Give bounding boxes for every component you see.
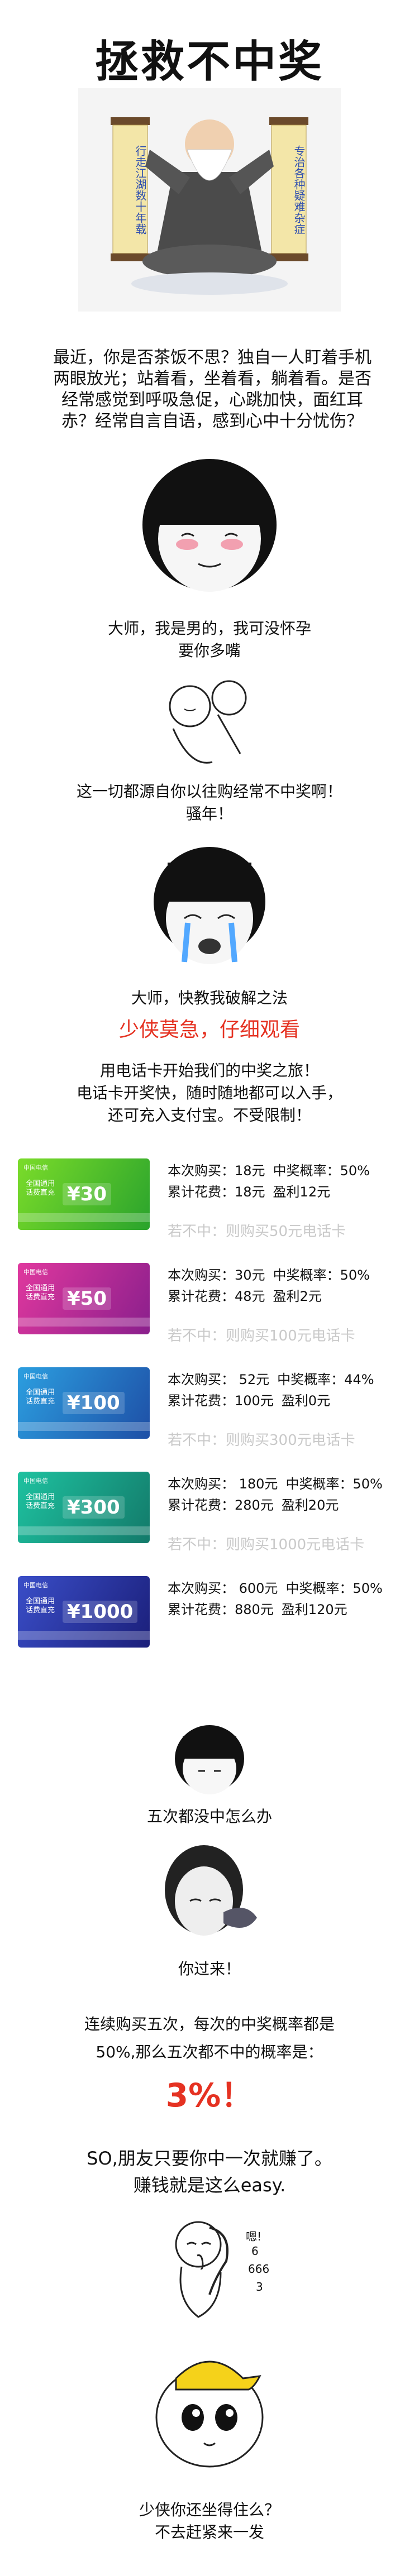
card-stat-row: 累计花费：880元 盈利120元 [168, 1600, 355, 1620]
card-subtitle: 全国通用话费直充 [26, 1493, 55, 1510]
caption-line: 大师，我是男的，我可没怀孕 [107, 619, 311, 638]
card-stat-row: 本次购买： 52元 中奖概率：44% [168, 1370, 382, 1390]
meme-fish-face [165, 1845, 257, 1936]
big-probability: 3%！ [165, 2076, 254, 2114]
phone-card: 中国电信全国通用话费直充 ¥300 [18, 1472, 150, 1543]
meme-blushing-face [142, 459, 277, 592]
meme-blank-face [175, 1725, 244, 1794]
phone-card: 中国电信全国通用话费直充 ¥50 [18, 1263, 150, 1334]
card-stat-row: 累计花费：280元 盈利20元 [168, 1495, 346, 1515]
win-rate: 中奖概率：50% [273, 1267, 370, 1283]
profit: 盈利120元 [281, 1602, 347, 1617]
if-miss-text: 若不中：则购买1000元电话卡 [168, 1536, 365, 1553]
caption-line: SO,朋友只要你中一次就赚了。 [87, 2148, 332, 2169]
left-scroll-text: 行走江湖数十年载 [134, 145, 147, 234]
phone-card: 中国电信全国通用话费直充 ¥100 [18, 1367, 150, 1439]
card-brand: 中国电信 [23, 1582, 48, 1589]
caption-line: 这一切都源自你以往购经常不中奖啊！ [76, 782, 342, 801]
meme-text: 嗯! [246, 2230, 262, 2243]
card-stripe [18, 1526, 150, 1535]
caption-line: 连续购买五次，每次的中奖概率都是 [84, 2015, 335, 2033]
card-stripe [18, 1422, 150, 1431]
caption-line: 大师，快教我破解之法 [131, 989, 288, 1007]
card-stat-row: 累计花费：48元 盈利2元 [168, 1286, 330, 1306]
card-stat-row: 本次购买：30元 中奖概率：50% [168, 1265, 378, 1285]
buy-amount: 本次购买： 600元 [168, 1581, 278, 1596]
card-brand: 中国电信 [23, 1373, 48, 1380]
total-spent: 累计花费：18元 [168, 1184, 265, 1200]
meme-text: 3 [256, 2280, 263, 2293]
card-subtitle: 全国通用话费直充 [26, 1180, 55, 1197]
card-brand: 中国电信 [23, 1477, 48, 1485]
card-stat-row: 累计花费：18元 盈利12元 [168, 1182, 338, 1202]
page: 拯救不中奖 行走江湖数十年载 专治各种疑难杂症 最近，你是否茶饭不思？独自一人盯… [0, 0, 419, 2576]
caption-line: 要你多嘴 [178, 641, 241, 660]
meme-text: 6 [251, 2244, 259, 2258]
win-rate: 中奖概率：50% [285, 1581, 383, 1596]
card-stat-row: 累计花费：100元 盈利0元 [168, 1391, 338, 1411]
card-brand: 中国电信 [23, 1164, 48, 1171]
phone-card: 中国电信全国通用话费直充 ¥1000 [18, 1576, 150, 1648]
total-spent: 累计花费：100元 [168, 1393, 274, 1409]
if-miss-text: 若不中：则购买100元电话卡 [168, 1328, 355, 1344]
card-subtitle: 全国通用话费直充 [26, 1284, 55, 1301]
profit: 盈利2元 [273, 1289, 322, 1304]
caption-line: 五次都没中怎么办 [146, 1807, 272, 1826]
buy-amount: 本次购买：30元 [168, 1267, 265, 1283]
card-amount: ¥50 [63, 1287, 111, 1310]
total-spent: 累计花费：48元 [168, 1289, 265, 1304]
buy-amount: 本次购买： 180元 [168, 1476, 278, 1492]
phone-card: 中国电信全国通用话费直充 ¥30 [18, 1158, 150, 1230]
card-stripe [18, 1631, 150, 1640]
caption-line: 赚钱就是这么easy. [133, 2175, 286, 2196]
caption-line: 少侠你还坐得住么？ [139, 2501, 280, 2519]
card-stripe [18, 1318, 150, 1327]
card-amount: ¥300 [63, 1496, 125, 1519]
if-miss-text: 若不中：则购买50元电话卡 [168, 1223, 346, 1240]
caption-line: 50%,那么五次都不中的概率是： [96, 2043, 323, 2061]
win-rate: 中奖概率：44% [277, 1372, 374, 1387]
red-headline: 少侠莫急，仔细观看 [118, 1018, 300, 1041]
win-rate: 中奖概率：50% [273, 1163, 370, 1179]
buy-amount: 本次购买： 52元 [168, 1372, 270, 1387]
caption-line: 骚年！ [185, 805, 233, 823]
card-brand: 中国电信 [23, 1268, 48, 1276]
buy-amount: 本次购买：18元 [168, 1163, 265, 1179]
if-miss-text: 若不中：则购买300元电话卡 [168, 1432, 355, 1449]
profit: 盈利20元 [281, 1497, 339, 1513]
card-stat-row: 本次购买：18元 中奖概率：50% [168, 1161, 378, 1181]
meme-crying-face [154, 847, 265, 964]
page-title: 拯救不中奖 [94, 37, 324, 87]
caption-line: 用电话卡开始我们的中奖之旅！ [99, 1061, 319, 1080]
total-spent: 累计花费：280元 [168, 1497, 274, 1513]
right-scroll-text: 专治各种疑难杂症 [292, 145, 306, 234]
card-subtitle: 全国通用话费直充 [26, 1388, 55, 1406]
card-stripe [18, 1213, 150, 1222]
total-spent: 累计花费：880元 [168, 1602, 274, 1617]
intro-text: 最近，你是否茶饭不思？独自一人盯着手机两眼放光；站着看，坐着看，躺着看。是否经常… [53, 348, 372, 431]
card-amount: ¥1000 [63, 1601, 138, 1623]
meme-text: 666 [248, 2262, 270, 2276]
card-stat-row: 本次购买： 180元 中奖概率：50% [168, 1474, 391, 1494]
meme-cap-face [155, 2360, 264, 2468]
card-amount: ¥30 [63, 1183, 111, 1205]
meme-stick-figures [169, 680, 247, 764]
profit: 盈利12元 [273, 1184, 331, 1200]
profit: 盈利0元 [281, 1393, 331, 1409]
card-subtitle: 全国通用话费直充 [26, 1597, 55, 1615]
card-stat-row: 本次购买： 600元 中奖概率：50% [168, 1578, 391, 1598]
win-rate: 中奖概率：50% [285, 1476, 383, 1492]
caption-line: 电话卡开奖快，随时随地都可以入手， [76, 1084, 342, 1102]
caption-line: 你过来！ [178, 1960, 241, 1978]
card-amount: ¥100 [63, 1392, 125, 1414]
caption-line: 不去赶紧来一发 [154, 2523, 264, 2541]
caption-line: 还可充入支付宝。不受限制！ [107, 1106, 311, 1124]
